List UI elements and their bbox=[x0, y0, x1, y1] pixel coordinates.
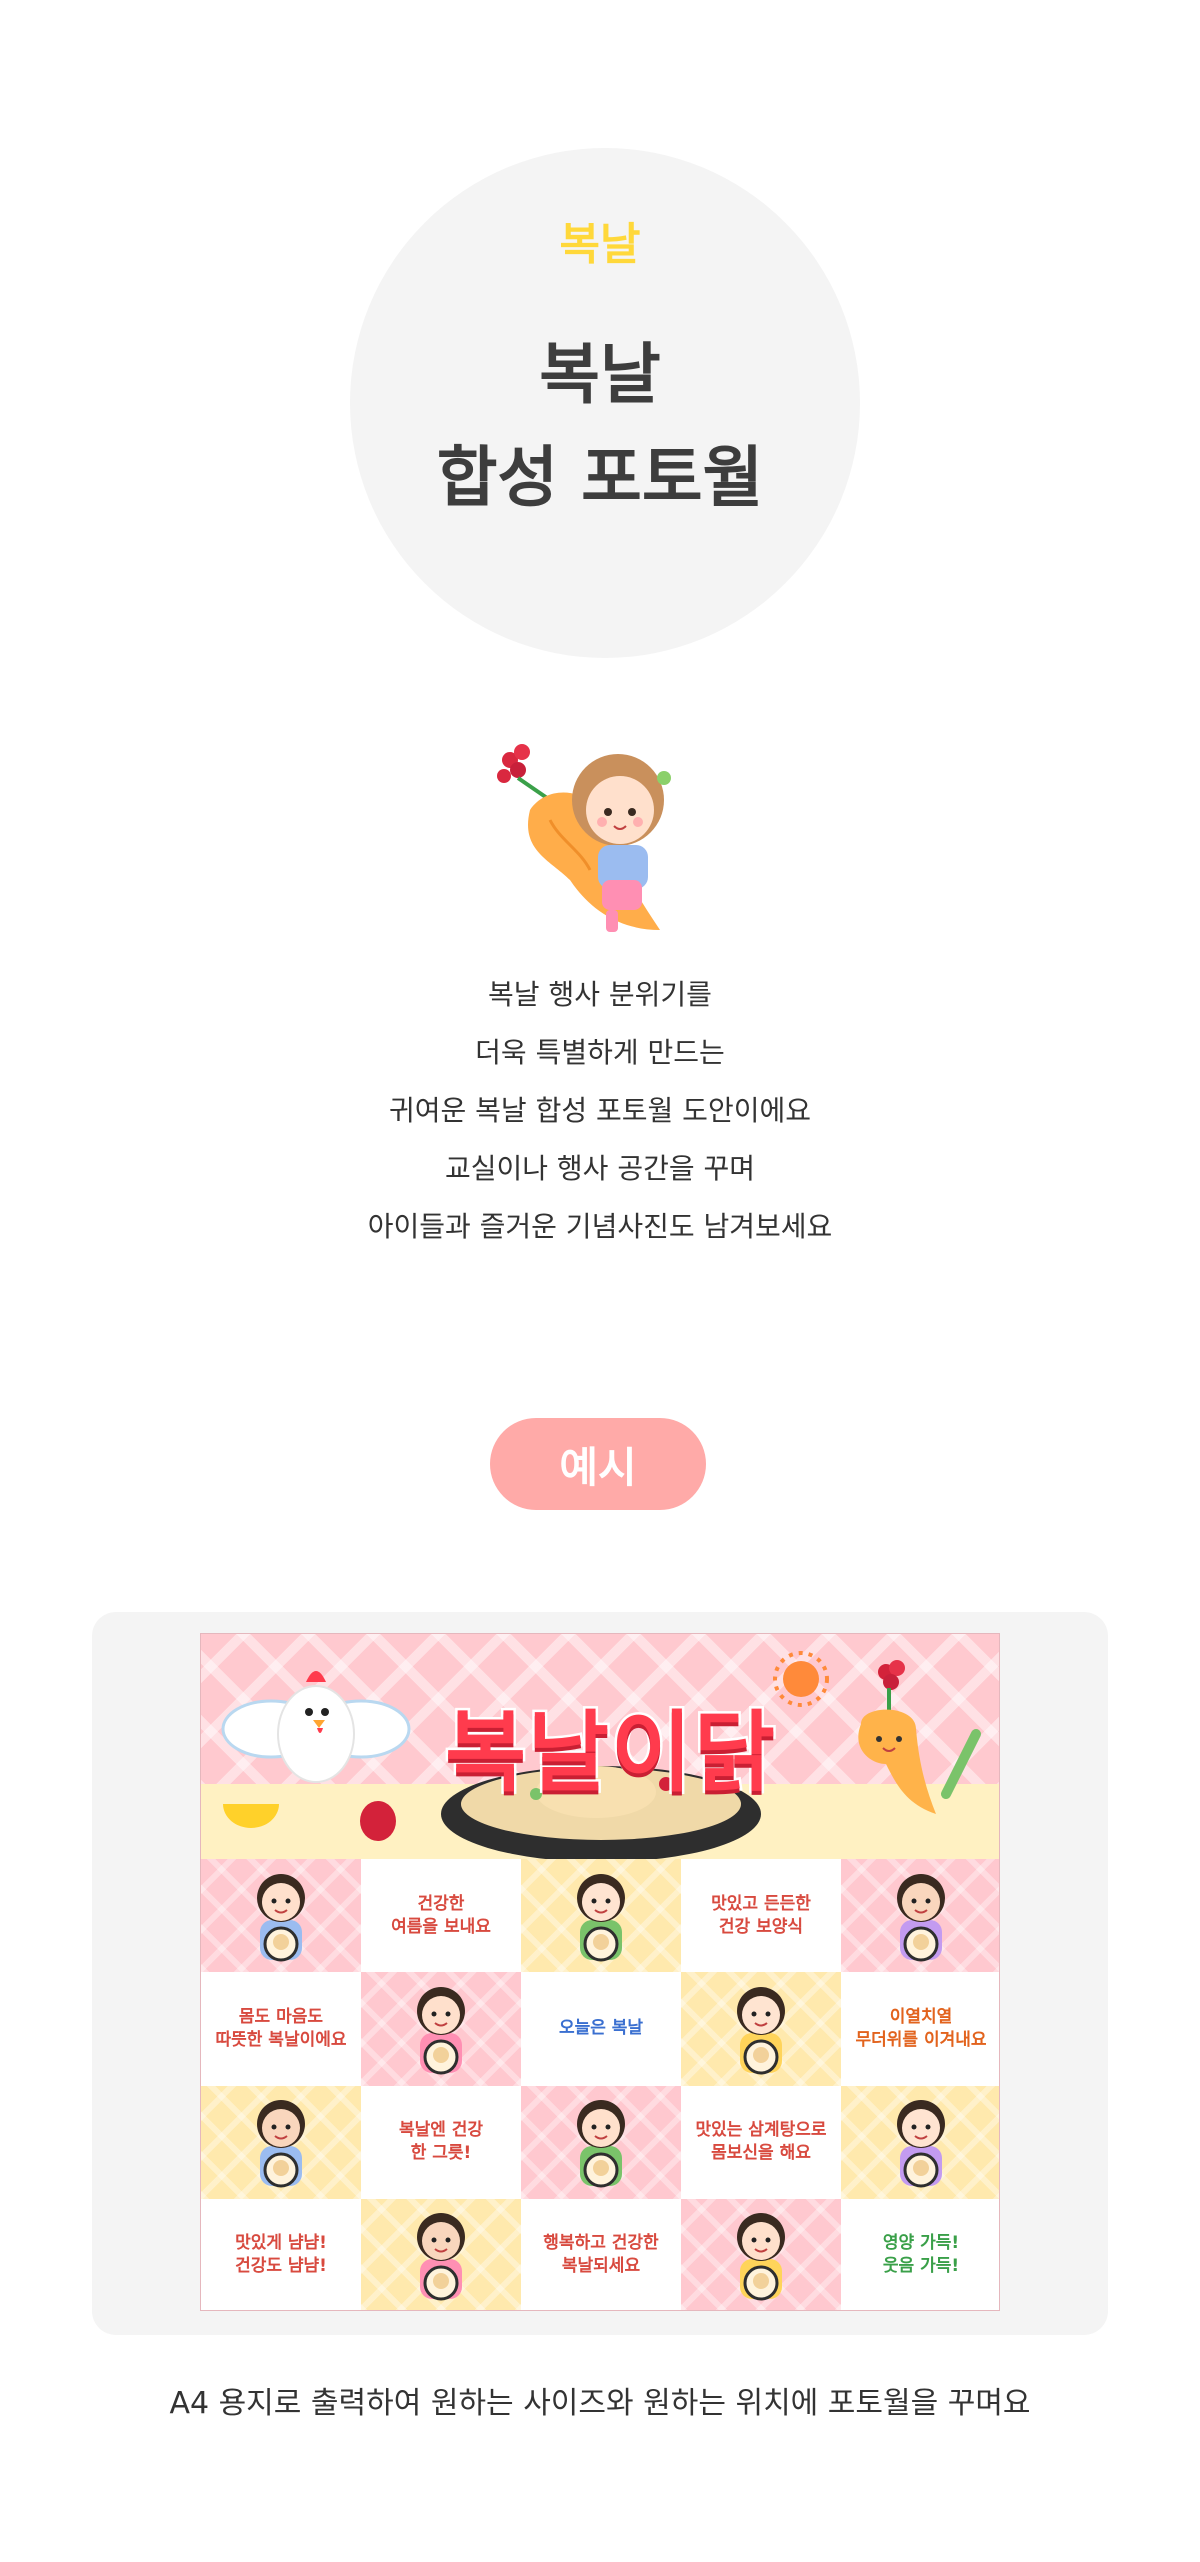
message-cell: 맛있게 냠냠! 건강도 냠냠! bbox=[201, 2198, 361, 2310]
child-photo-icon bbox=[737, 2213, 785, 2301]
photo-cell bbox=[841, 1859, 999, 1973]
message-text: 행복하고 건강한 복날되세요 bbox=[543, 2233, 659, 2277]
example-badge: 예시 bbox=[490, 1418, 706, 1510]
description-line-4: 교실이나 행사 공간을 꾸며 bbox=[444, 1152, 756, 1185]
poster-title: 복날이닭 bbox=[443, 1699, 778, 1807]
child-photo-icon bbox=[737, 1986, 785, 2075]
message-text: 맛있게 냠냠! 건강도 냠냠! bbox=[235, 2233, 327, 2277]
child-photo-icon bbox=[257, 2100, 305, 2188]
message-text: 이열치열 무더위를 이겨내요 bbox=[855, 2006, 987, 2050]
poster-grid: 건강한 여름을 보내요 맛있고 든든한 건강 보양식몸도 마음도 따뜻한 복날이에… bbox=[201, 1859, 999, 2310]
photo-cell bbox=[681, 2198, 841, 2310]
message-text: 맛있고 든든한 건강 보양식 bbox=[711, 1893, 811, 1937]
description-line-2: 더욱 특별하게 만드는 bbox=[475, 1036, 725, 1069]
child-photo-icon bbox=[257, 1873, 305, 1962]
message-text: 복날엔 건강 한 그릇! bbox=[398, 2120, 484, 2164]
message-text: 오늘은 복날 bbox=[558, 2018, 644, 2039]
message-text: 몸도 마음도 따뜻한 복날이에요 bbox=[215, 2006, 347, 2050]
message-text: 영양 가득! 웃음 가득! bbox=[882, 2233, 960, 2277]
message-cell: 건강한 여름을 보내요 bbox=[361, 1859, 521, 1973]
message-cell: 오늘은 복날 bbox=[521, 1972, 681, 2086]
photo-cell bbox=[201, 2085, 361, 2199]
photo-wall-poster: 복날이닭 건강한 여름을 보내요 맛있고 든든한 건강 보양식몸도 마음도 따뜻한… bbox=[200, 1633, 1000, 2311]
photo-cell bbox=[521, 2085, 681, 2199]
message-cell: 복날엔 건강 한 그릇! bbox=[361, 2085, 521, 2199]
child-photo-icon bbox=[417, 1986, 465, 2075]
message-cell: 맛있고 든든한 건강 보양식 bbox=[681, 1859, 841, 1973]
child-photo-icon bbox=[577, 2100, 625, 2188]
message-text: 맛있는 삼계탕으로 몸보신을 해요 bbox=[695, 2120, 827, 2164]
hero-title-line2: 합성 포토월 bbox=[436, 439, 764, 516]
child-photo-icon bbox=[577, 1873, 625, 1962]
message-cell: 맛있는 삼계탕으로 몸보신을 해요 bbox=[681, 2085, 841, 2199]
jujube-icon bbox=[360, 1801, 396, 1841]
message-cell: 행복하고 건강한 복날되세요 bbox=[521, 2198, 681, 2310]
child-photo-icon bbox=[897, 1873, 945, 1962]
hero-title-line1: 복날 bbox=[539, 336, 661, 413]
green-onion-icon bbox=[941, 1729, 981, 1799]
message-text: 건강한 여름을 보내요 bbox=[391, 1893, 491, 1937]
lemon-slice-icon bbox=[223, 1804, 279, 1828]
child-photo-icon bbox=[417, 2213, 465, 2301]
photo-cell bbox=[361, 1972, 521, 2086]
girl-holding-ginseng-icon bbox=[497, 744, 671, 932]
description-line-3: 귀여운 복날 합성 포토월 도안이에요 bbox=[388, 1094, 811, 1127]
usage-caption: A4 용지로 출력하여 원하는 사이즈와 원하는 위치에 포토월을 꾸며요 bbox=[169, 2386, 1031, 2421]
ginseng-character-icon bbox=[858, 1660, 936, 1814]
message-cell: 이열치열 무더위를 이겨내요 bbox=[841, 1972, 999, 2086]
photo-cell bbox=[521, 1859, 681, 1973]
description-line-1: 복날 행사 분위기를 bbox=[488, 978, 712, 1011]
child-photo-icon bbox=[897, 2100, 945, 2188]
photo-cell bbox=[841, 2085, 999, 2199]
chicken-icon bbox=[221, 1671, 411, 1783]
message-cell: 몸도 마음도 따뜻한 복날이에요 bbox=[201, 1972, 361, 2086]
hero-subtitle: 복날 bbox=[559, 219, 641, 270]
message-cell: 영양 가득! 웃음 가득! bbox=[841, 2198, 999, 2310]
photo-cell bbox=[201, 1859, 361, 1973]
photo-cell bbox=[361, 2198, 521, 2310]
photo-cell bbox=[681, 1972, 841, 2086]
description-line-5: 아이들과 즐거운 기념사진도 남겨보세요 bbox=[367, 1210, 833, 1243]
